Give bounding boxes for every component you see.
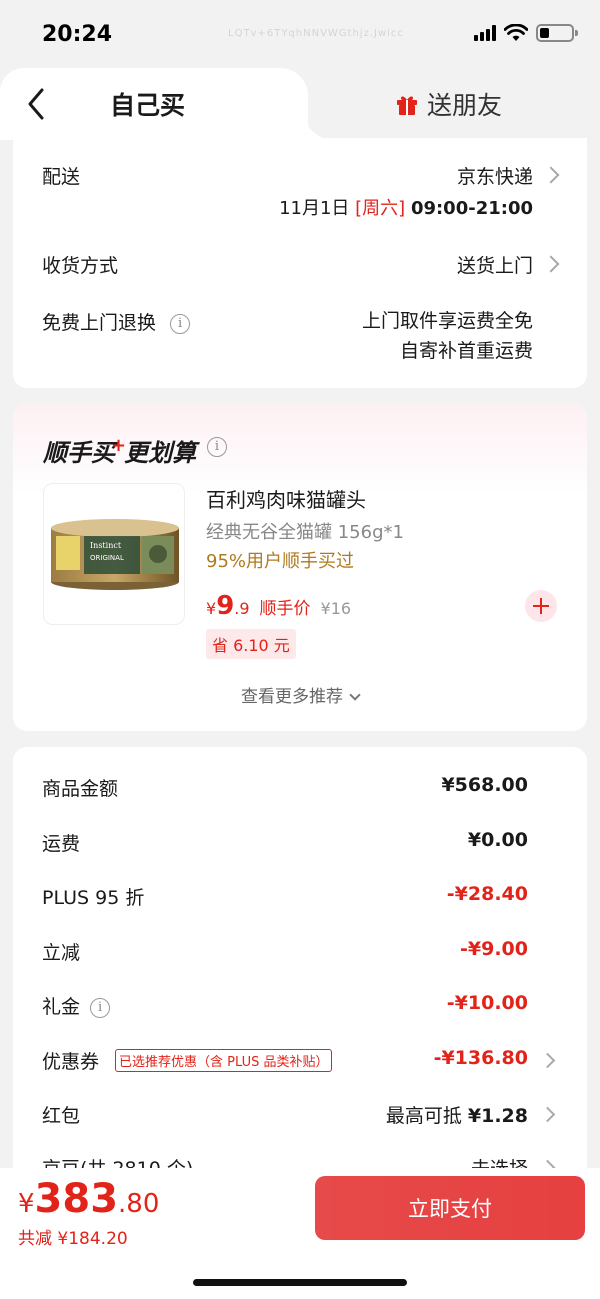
more-recommendations-label: 查看更多推荐 [241,687,343,707]
pay-now-button[interactable]: 立即支付 [315,1176,585,1240]
info-icon[interactable]: i [207,437,227,457]
delivery-weekday: [周六] [355,198,406,219]
red-packet-prefix: 最高可抵 [385,1105,468,1127]
amount-value: -¥28.40 [446,883,528,905]
amount-summary-card: 商品金额 ¥568.00 运费 ¥0.00 PLUS 95 折 -¥28.40 … [13,747,587,1187]
status-icons [474,24,578,42]
free-return-line2: 自寄补首重运费 [399,340,533,362]
amount-row-goods: 商品金额 ¥568.00 [13,774,587,804]
chevron-right-icon[interactable] [542,166,560,184]
amount-label: 运费 [42,833,81,855]
product-image[interactable]: Instinct ORIGINAL [43,483,185,625]
price-currency: ¥ [206,599,217,618]
signal-icon [474,25,496,41]
amount-row-plus-discount: PLUS 95 折 -¥28.40 [13,883,587,913]
home-indicator[interactable] [193,1279,407,1286]
wifi-icon [504,24,528,41]
chevron-right-icon[interactable] [542,255,560,273]
purchase-mode-tabs: 自己买 送朋友 [0,68,600,140]
amount-value: ¥0.00 [467,829,528,851]
total-decimal: .80 [118,1189,160,1219]
gift-money-label: 礼金 [42,996,81,1018]
recommend-title: 顺手买+更划算 [43,433,196,468]
back-arrow-icon[interactable] [24,86,54,122]
gift-icon [397,96,417,115]
save-badge: 省 6.10 元 [206,629,296,659]
receive-method-value[interactable]: 送货上门 [457,251,533,278]
product-spec: 经典无谷全猫罐 156g*1 [206,522,404,543]
chevron-right-icon[interactable] [539,1052,556,1069]
receive-method-label: 收货方式 [42,255,119,277]
delivery-carrier[interactable]: 京东快递 [457,162,533,189]
amount-label: PLUS 95 折 [42,887,145,909]
tab-self-buy[interactable]: 自己买 [0,68,308,140]
price-integer: 9 [216,591,235,621]
product-name[interactable]: 百利鸡肉味猫罐头 [206,484,366,513]
can-brand: Instinct [90,541,122,550]
total-saved[interactable]: 共减 ¥184.20 [18,1224,128,1249]
amount-row-instant-discount: 立减 -¥9.00 [13,938,587,968]
add-to-order-button[interactable] [525,590,557,622]
red-packet-amount: ¥1.28 [467,1105,528,1127]
more-recommendations-link[interactable]: 查看更多推荐 [13,682,587,707]
delivery-card: 配送 京东快递 11月1日 [周六] 09:00-21:00 收货方式 送货上门… [13,138,587,388]
amount-row-shipping: 运费 ¥0.00 [13,829,587,859]
chevron-right-icon[interactable] [539,1106,556,1123]
price-row: ¥ 9 .9 顺手价 ¥16 [206,591,351,621]
amount-label: 立减 [42,942,81,964]
amount-row-coupon[interactable]: 优惠券 已选推荐优惠（含 PLUS 品类补贴） -¥136.80 [13,1047,587,1077]
amount-label: 红包 [42,1105,81,1127]
amount-row-red-packet[interactable]: 红包 最高可抵 ¥1.28 [13,1101,587,1131]
can-line: ORIGINAL [90,554,124,562]
status-bar: 20:24 LQTv+6TYqhNNVWGthjz.Jwicc [0,0,600,70]
product-social-proof: 95%用户顺手买过 [206,551,355,572]
coupon-badge: 已选推荐优惠（含 PLUS 品类补贴） [115,1049,333,1072]
amount-value: -¥136.80 [433,1047,528,1069]
recommend-card: 顺手买+更划算 i Instinct ORIGINAL 百利鸡肉味猫罐头 经典无… [13,403,587,731]
amount-value: -¥10.00 [446,992,528,1014]
price-decimal: .9 [234,599,250,618]
delivery-time-slot: 09:00-21:00 [410,198,533,219]
total-price: ¥ 383 .80 [18,1176,159,1222]
amount-value: 最高可抵 ¥1.28 [386,1101,528,1128]
status-time: 20:24 [42,22,113,47]
amount-value: ¥568.00 [441,774,528,796]
amount-label: 礼金 i [42,992,111,1019]
battery-icon [536,24,578,42]
watermark-text: LQTv+6TYqhNNVWGthjz.Jwicc [228,28,404,39]
price-tag: 顺手价 [259,599,311,619]
delivery-label: 配送 [42,166,81,188]
info-icon[interactable]: i [90,997,111,1018]
tab-send-friend[interactable]: 送朋友 [395,86,502,122]
free-return-line1: 上门取件享运费全免 [361,310,533,332]
tab-self-label: 自己买 [110,91,186,120]
total-integer: 383 [34,1176,119,1222]
free-return-label: 免费上门退换 i [42,308,191,335]
checkout-bar: ¥ 383 .80 共减 ¥184.20 立即支付 [0,1168,600,1299]
delivery-date[interactable]: 11月1日 [周六] 09:00-21:00 [279,194,533,220]
info-icon[interactable]: i [170,313,191,334]
amount-value: -¥9.00 [460,938,528,960]
total-currency: ¥ [18,1189,35,1219]
amount-row-gift-money: 礼金 i -¥10.00 [13,992,587,1022]
recommend-title-plus: + [111,435,127,456]
recommend-title-b: 更划算 [124,439,197,467]
cat-can-image: Instinct ORIGINAL [51,519,179,590]
tab-friend-label: 送朋友 [427,91,503,120]
amount-label: 商品金额 [42,778,119,800]
delivery-date-day: 11月1日 [279,198,350,219]
chevron-down-icon [349,689,361,701]
amount-label: 优惠券 [42,1051,100,1073]
free-return-text: 免费上门退换 [42,312,157,334]
original-price: ¥16 [320,599,352,618]
recommend-title-a: 顺手买 [43,439,115,467]
